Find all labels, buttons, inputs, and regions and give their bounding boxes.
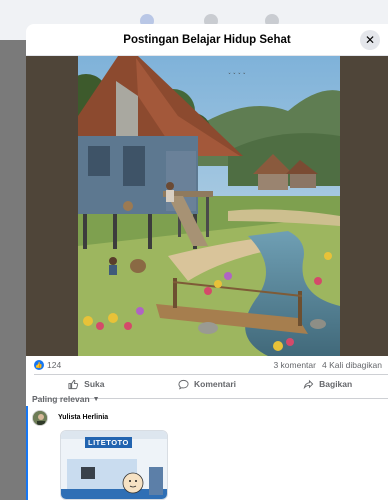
close-button[interactable]: ✕ [360, 30, 380, 50]
comment-button[interactable]: Komentari [147, 371, 268, 397]
like-reaction-icon: 👍 [34, 360, 44, 370]
like-label: Suka [84, 379, 105, 389]
comment-icon [178, 379, 189, 389]
comment-sort-dropdown[interactable]: Paling relevan ▼ [32, 394, 100, 404]
comment-count[interactable]: 3 komentar [273, 360, 316, 370]
caret-down-icon: ▼ [92, 395, 100, 403]
sort-label: Paling relevan [32, 394, 90, 404]
avatar[interactable] [32, 410, 48, 426]
store-sign: LITETOTO [85, 437, 132, 448]
svg-text:ˇ ˇ ˇ ˇ: ˇ ˇ ˇ ˇ [228, 73, 246, 80]
engagement-counts: 3 komentar 4 Kali dibagikan [273, 360, 382, 370]
close-icon: ✕ [364, 33, 376, 47]
share-label: Bagikan [319, 379, 353, 389]
comment-label: Komentari [193, 379, 237, 389]
comment-highlight-bar [26, 406, 28, 500]
modal-title: Postingan Belajar Hidup Sehat [123, 33, 291, 46]
post-photo-area: ˇ ˇ ˇ ˇ [26, 56, 388, 356]
modal-header: Postingan Belajar Hidup Sehat ✕ [26, 24, 388, 56]
like-count[interactable]: 124 [47, 360, 61, 370]
post-modal: Postingan Belajar Hidup Sehat ✕ ˇ ˇ ˇ ˇ … [26, 24, 388, 500]
avatar-image [33, 411, 47, 425]
comment-attachment-image[interactable]: LITETOTO [60, 430, 168, 500]
post-photo[interactable]: ˇ ˇ ˇ ˇ [78, 56, 340, 356]
share-button[interactable]: Bagikan [267, 371, 388, 397]
village-house-illustration: ˇ ˇ ˇ ˇ [78, 56, 340, 356]
comment-author[interactable]: Yulista Herlinia [58, 414, 108, 421]
share-count[interactable]: 4 Kali dibagikan [322, 360, 382, 370]
thumbs-up-icon [68, 379, 79, 389]
share-arrow-icon [303, 379, 314, 389]
